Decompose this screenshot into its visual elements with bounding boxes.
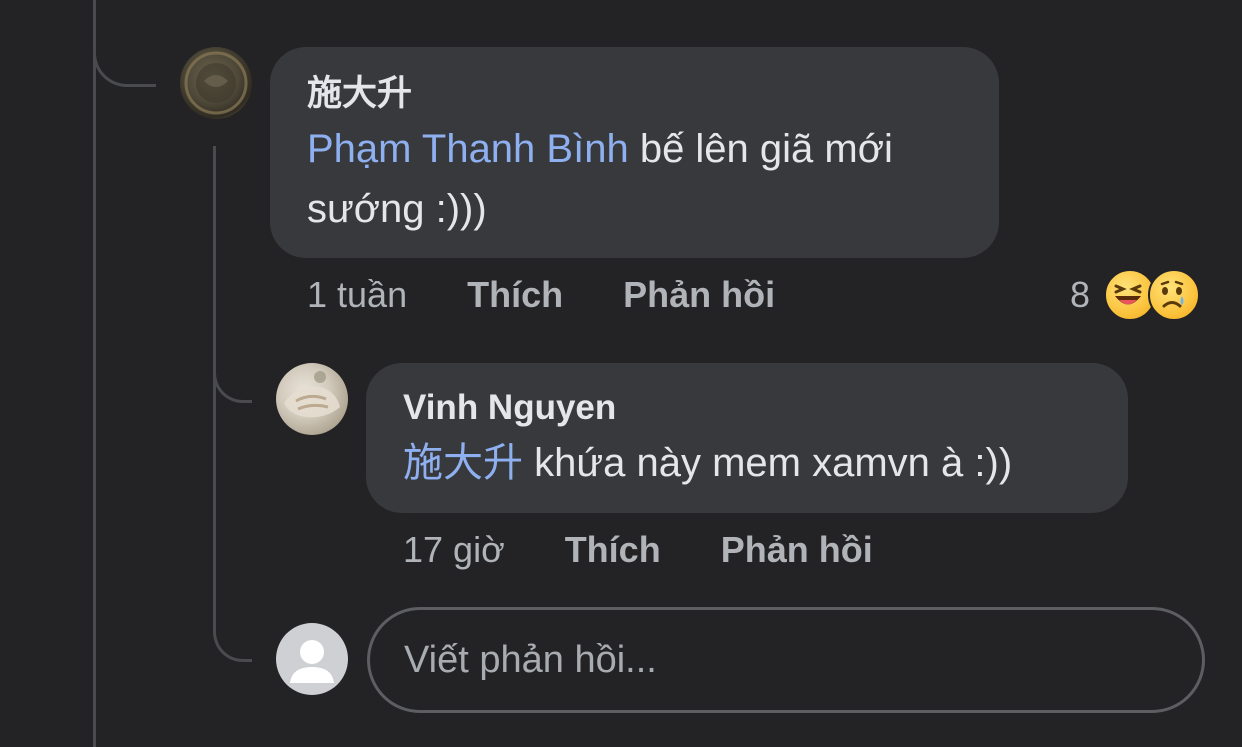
sad-emoji-icon xyxy=(1148,269,1201,321)
current-user-avatar xyxy=(276,623,348,695)
thread-line-branch xyxy=(93,0,156,87)
thread-line-main xyxy=(93,0,96,747)
mention-link[interactable]: Phạm Thanh Bình xyxy=(307,127,629,171)
reply-button[interactable]: Phản hồi xyxy=(623,273,775,317)
comment-text: Phạm Thanh Bình bế lên giã mới sướng :))… xyxy=(307,119,963,239)
comment-bubble: Vinh Nguyen 施大升 khứa này mem xamvn à :)) xyxy=(366,363,1128,513)
comment-bubble: 施大升 Phạm Thanh Bình bế lên giã mới sướng… xyxy=(270,47,999,258)
default-user-icon xyxy=(290,640,334,683)
reply-button[interactable]: Phản hồi xyxy=(721,528,873,572)
comment-time[interactable]: 17 giờ xyxy=(403,528,505,572)
avatar[interactable] xyxy=(180,47,252,119)
like-button[interactable]: Thích xyxy=(467,273,563,317)
thread-line-input-branch xyxy=(213,400,252,662)
comment-text: 施大升 khứa này mem xamvn à :)) xyxy=(403,433,1092,493)
comment-time[interactable]: 1 tuần xyxy=(307,273,407,317)
comment-text-part: khứa này mem xamvn à :)) xyxy=(523,441,1013,485)
reaction-summary[interactable]: 8 xyxy=(1070,268,1201,322)
thread-line-reply-branch xyxy=(213,330,252,403)
comment-author[interactable]: Vinh Nguyen xyxy=(403,387,1092,429)
reply-input[interactable] xyxy=(367,607,1205,713)
comment-author[interactable]: 施大升 xyxy=(307,73,963,115)
mention-link[interactable]: 施大升 xyxy=(403,441,523,485)
comment-actions: 1 tuần Thích Phản hồi xyxy=(307,273,825,317)
comment-text-part: sướng :))) xyxy=(307,187,487,231)
avatar-hand-image xyxy=(284,371,340,418)
comment-text-part: bế lên giã mới xyxy=(628,127,893,171)
avatar-coin-image xyxy=(184,51,248,115)
comment-actions: 17 giờ Thích Phản hồi xyxy=(403,528,923,572)
reaction-count: 8 xyxy=(1070,274,1091,315)
avatar[interactable] xyxy=(276,363,348,435)
like-button[interactable]: Thích xyxy=(565,528,661,572)
comment-thread: 施大升 Phạm Thanh Bình bế lên giã mới sướng… xyxy=(0,0,1242,747)
